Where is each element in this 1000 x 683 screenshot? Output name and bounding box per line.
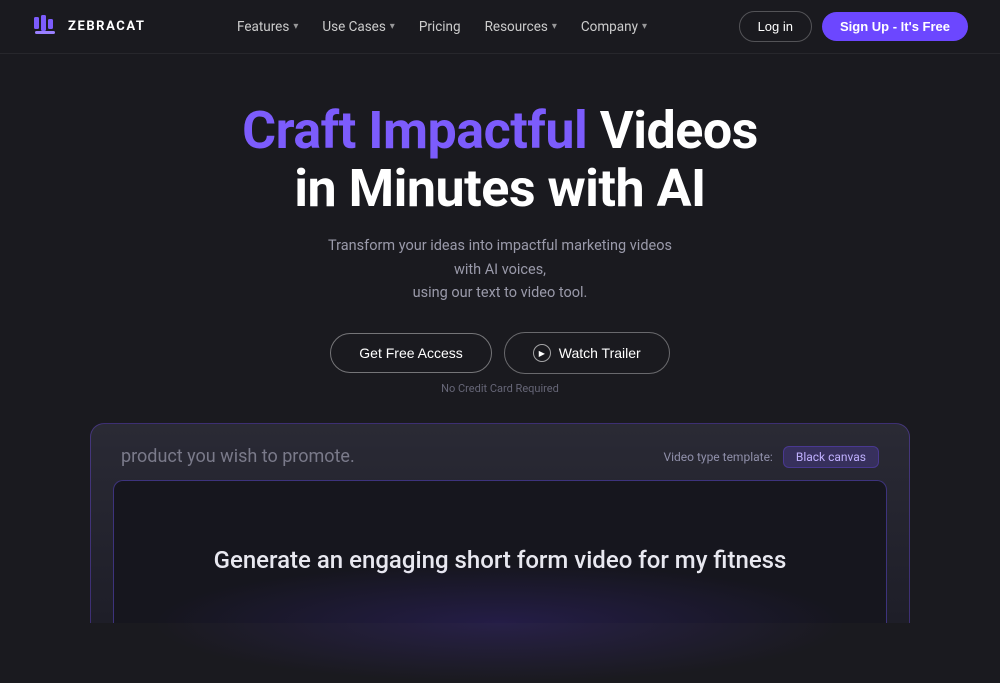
logo[interactable]: ZEBRACAT (32, 13, 145, 41)
chevron-down-icon: ▾ (293, 21, 298, 32)
hero-title-line2: in Minutes with AI (242, 160, 758, 218)
logo-text: ZEBRACAT (68, 19, 145, 34)
chevron-down-icon: ▾ (390, 21, 395, 32)
login-button[interactable]: Log in (739, 11, 812, 42)
nav-use-cases[interactable]: Use Cases ▾ (312, 13, 404, 41)
nav-resources[interactable]: Resources ▾ (475, 13, 567, 41)
hero-subtitle: Transform your ideas into impactful mark… (320, 234, 680, 304)
navbar: ZEBRACAT Features ▾ Use Cases ▾ Pricing … (0, 0, 1000, 54)
video-type-label: Video type template: (663, 450, 772, 464)
signup-button[interactable]: Sign Up - It's Free (822, 12, 968, 41)
nav-features[interactable]: Features ▾ (227, 13, 308, 41)
nav-pricing[interactable]: Pricing (409, 13, 471, 41)
get-free-access-button[interactable]: Get Free Access (330, 333, 491, 373)
promo-text: product you wish to promote. (121, 446, 355, 467)
chevron-down-icon: ▾ (552, 21, 557, 32)
video-type-tag: Black canvas (783, 446, 879, 468)
zebracat-logo-icon (32, 13, 60, 41)
video-preview-outer: product you wish to promote. Video type … (90, 423, 910, 623)
video-preview-wrapper: product you wish to promote. Video type … (90, 423, 910, 623)
hero-section: Craft Impactful Videos in Minutes with A… (0, 54, 1000, 623)
nav-company[interactable]: Company ▾ (571, 13, 657, 41)
watch-trailer-button[interactable]: ▶ Watch Trailer (504, 332, 670, 374)
nav-links: Features ▾ Use Cases ▾ Pricing Resources… (227, 13, 657, 41)
video-inner: Generate an engaging short form video fo… (113, 480, 887, 623)
play-icon: ▶ (533, 344, 551, 362)
video-generated-text: Generate an engaging short form video fo… (214, 546, 787, 574)
no-credit-card-text: No Credit Card Required (441, 382, 559, 395)
nav-actions: Log in Sign Up - It's Free (739, 11, 968, 42)
hero-buttons: Get Free Access ▶ Watch Trailer (330, 332, 669, 374)
hero-title: Craft Impactful Videos in Minutes with A… (242, 102, 758, 218)
hero-title-line1: Craft Impactful Videos (242, 102, 758, 160)
chevron-down-icon: ▾ (642, 21, 647, 32)
